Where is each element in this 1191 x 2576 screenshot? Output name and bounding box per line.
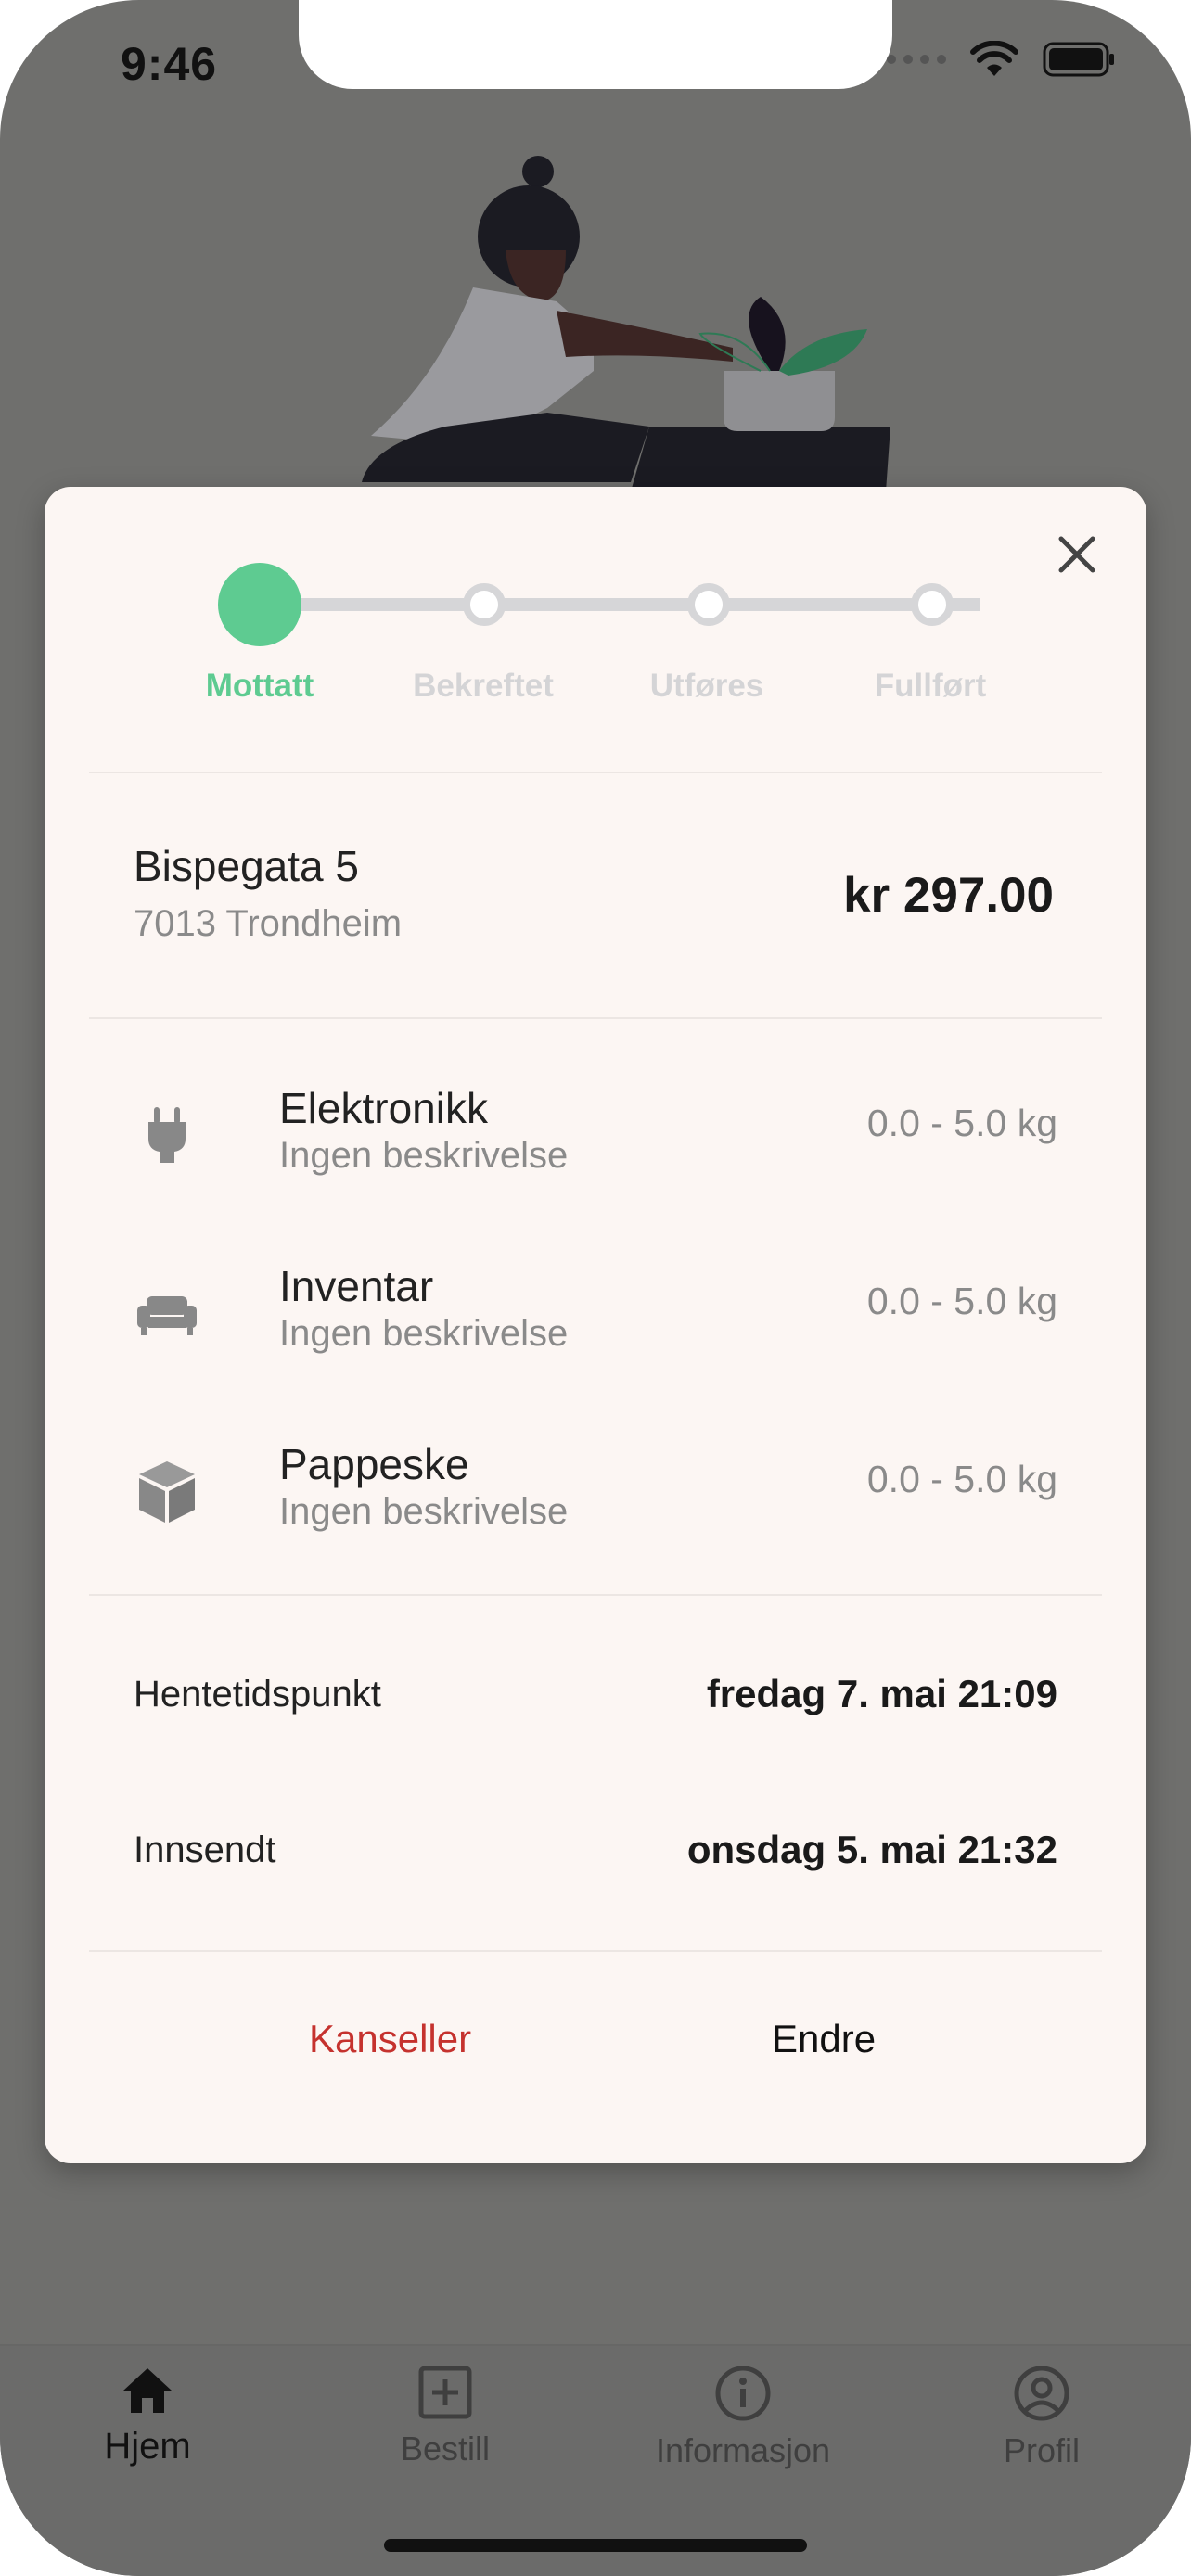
home-icon (123, 2368, 172, 2413)
pickup-time-label: Hentetidspunkt (134, 1674, 381, 1715)
sofa-icon (137, 1296, 197, 1335)
box-icon (139, 1461, 195, 1523)
divider (89, 772, 1102, 773)
progress-track (260, 598, 980, 611)
item-title: Elektronikk (279, 1084, 488, 1132)
tab-label: Hjem (104, 2426, 191, 2467)
signal-icon (887, 55, 946, 64)
address-postal: 7013 Trondheim (134, 903, 403, 944)
item-weight: 0.0 - 5.0 kg (866, 1458, 1057, 1500)
tab-informasjon[interactable]: Informasjon (622, 2365, 864, 2470)
pickup-time-value: fredag 7. mai 21:09 (706, 1672, 1057, 1715)
order-progress-stepper: Mottatt Bekreftet Utføres Fullført (45, 487, 1146, 728)
divider (89, 1017, 1102, 1019)
order-details-card: Mottatt Bekreftet Utføres Fullført Bispe… (45, 487, 1146, 2163)
status-icons (887, 41, 1117, 78)
list-item-elektronikk: Elektronikk Ingen beskrivelse 0.0 - 5.0 … (45, 1083, 1146, 1194)
tab-hjem[interactable]: Hjem (27, 2365, 268, 2468)
plug-icon (148, 1107, 186, 1163)
step-dot-mottatt (218, 563, 301, 646)
step-label-fullfort: Fullført (874, 668, 987, 704)
tab-label: Bestill (400, 2429, 491, 2468)
item-title: Pappeske (279, 1440, 469, 1488)
step-label-bekreftet: Bekreftet (413, 668, 554, 704)
step-dot-fullfort (911, 583, 954, 626)
home-indicator[interactable] (384, 2539, 807, 2552)
order-price: kr 297.00 (843, 868, 1054, 923)
item-description: Ingen beskrivelse (279, 1313, 569, 1354)
profile-icon (1014, 2366, 1069, 2421)
cancel-button[interactable]: Kanseller (309, 2017, 471, 2061)
step-dot-bekreftet (463, 583, 506, 626)
item-weight: 0.0 - 5.0 kg (866, 1102, 1057, 1144)
status-time: 9:46 (121, 38, 218, 90)
tab-bestill[interactable]: Bestill (325, 2365, 566, 2468)
step-label-utfores: Utføres (649, 668, 764, 704)
tab-label: Informasjon (655, 2431, 831, 2469)
divider (89, 1594, 1102, 1596)
edit-button[interactable]: Endre (772, 2017, 876, 2061)
step-label-mottatt: Mottatt (205, 668, 314, 704)
wifi-icon (970, 41, 1018, 76)
info-icon (715, 2366, 771, 2421)
item-title: Inventar (279, 1262, 434, 1310)
list-item-inventar: Inventar Ingen beskrivelse 0.0 - 5.0 kg (45, 1261, 1146, 1372)
submitted-value: onsdag 5. mai 21:32 (686, 1828, 1057, 1871)
item-description: Ingen beskrivelse (279, 1135, 569, 1176)
plus-square-icon (418, 2366, 472, 2419)
battery-icon (1043, 42, 1114, 77)
notch (299, 0, 892, 89)
person-with-plant-illustration (362, 156, 890, 491)
submitted-label: Innsendt (134, 1830, 276, 1870)
item-weight: 0.0 - 5.0 kg (866, 1280, 1057, 1322)
phone-screen: 9:46 Mottatt Bekreftet Utføres Fullført … (0, 0, 1191, 2576)
tab-profil[interactable]: Profil (921, 2365, 1162, 2470)
divider (89, 1950, 1102, 1952)
address-street: Bispegata 5 (134, 842, 359, 890)
tab-label: Profil (1003, 2431, 1081, 2469)
step-dot-utfores (687, 583, 730, 626)
item-description: Ingen beskrivelse (279, 1491, 569, 1532)
list-item-pappeske: Pappeske Ingen beskrivelse 0.0 - 5.0 kg (45, 1439, 1146, 1550)
